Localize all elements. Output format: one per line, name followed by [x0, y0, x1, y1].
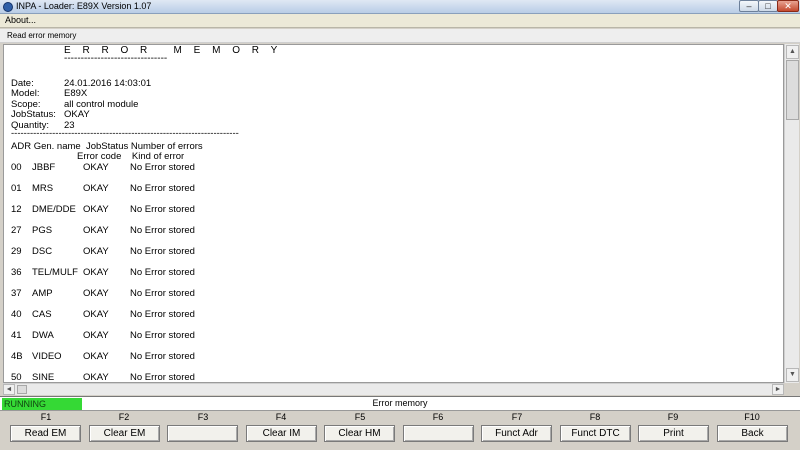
- row-name: CAS: [32, 309, 52, 320]
- row-errors: No Error stored: [130, 330, 195, 341]
- row-status: OKAY: [83, 183, 109, 194]
- fkey-label-f5: F5: [354, 412, 366, 422]
- fkey-label-f2: F2: [118, 412, 130, 422]
- row-status: OKAY: [83, 204, 109, 215]
- vertical-scrollbar[interactable]: ▲ ▼: [784, 44, 799, 383]
- vertical-scroll-thumb[interactable]: [786, 60, 799, 120]
- row-status: OKAY: [83, 288, 109, 299]
- row-name: AMP: [32, 288, 53, 299]
- minimize-button[interactable]: –: [739, 0, 759, 12]
- panel-title: Read error memory: [0, 29, 800, 43]
- row-errors: No Error stored: [130, 351, 195, 362]
- status-bar: RUNNING Error memory: [0, 396, 800, 411]
- row-errors: No Error stored: [130, 183, 195, 194]
- row-name: JBBF: [32, 162, 56, 173]
- row-errors: No Error stored: [130, 372, 195, 383]
- row-errors: No Error stored: [130, 246, 195, 257]
- row-adr: 01: [11, 183, 22, 194]
- horizontal-scrollbar[interactable]: ◄ ►: [3, 383, 784, 395]
- row-name: MRS: [32, 183, 54, 194]
- f2-clear-em-button[interactable]: Clear EM: [89, 425, 160, 442]
- row-status: OKAY: [83, 162, 109, 173]
- row-adr: 40: [11, 309, 22, 320]
- report-heading-underline: -------------------------------: [64, 53, 168, 64]
- report-separator: ----------------------------------------…: [11, 128, 239, 139]
- row-adr: 12: [11, 204, 22, 215]
- row-status: OKAY: [83, 330, 109, 341]
- f7-funct-adr-button[interactable]: Funct Adr: [481, 425, 552, 442]
- horizontal-scroll-thumb[interactable]: [17, 385, 27, 394]
- row-errors: No Error stored: [130, 162, 195, 173]
- row-status: OKAY: [83, 309, 109, 320]
- maximize-button[interactable]: □: [758, 0, 778, 12]
- row-adr: 36: [11, 267, 22, 278]
- row-status: OKAY: [83, 372, 109, 383]
- info-label-model: Model:: [11, 88, 40, 99]
- row-adr: 4B: [11, 351, 23, 362]
- row-status: OKAY: [83, 225, 109, 236]
- scroll-left-arrow-icon[interactable]: ◄: [3, 384, 15, 395]
- row-errors: No Error stored: [130, 225, 195, 236]
- report-text-area[interactable]: E R R O R M E M O R Y ------------------…: [3, 44, 784, 383]
- row-name: SINE: [32, 372, 55, 383]
- fkey-label-f8: F8: [589, 412, 601, 422]
- f4-clear-im-button[interactable]: Clear IM: [246, 425, 317, 442]
- f5-clear-hm-button[interactable]: Clear HM: [324, 425, 395, 442]
- row-adr: 29: [11, 246, 22, 257]
- row-errors: No Error stored: [130, 204, 195, 215]
- fkey-label-f6: F6: [432, 412, 444, 422]
- info-value-model: E89X: [64, 88, 88, 99]
- menu-item-about[interactable]: About...: [5, 15, 36, 25]
- row-errors: No Error stored: [130, 288, 195, 299]
- f10-back-button[interactable]: Back: [717, 425, 788, 442]
- row-name: TEL/MULF: [32, 267, 78, 278]
- column-header-row2: Error code Kind of error: [77, 151, 185, 162]
- fkey-label-f7: F7: [511, 412, 523, 422]
- scroll-down-arrow-icon[interactable]: ▼: [786, 368, 799, 382]
- fkey-label-f3: F3: [197, 412, 209, 422]
- row-errors: No Error stored: [130, 309, 195, 320]
- fkey-label-f10: F10: [744, 412, 760, 422]
- f3-empty-button[interactable]: [167, 425, 238, 442]
- f1-read-em-button[interactable]: Read EM: [10, 425, 81, 442]
- row-name: DSC: [32, 246, 53, 257]
- row-status: OKAY: [83, 246, 109, 257]
- row-adr: 37: [11, 288, 22, 299]
- f6-empty-button[interactable]: [403, 425, 474, 442]
- row-name: PGS: [32, 225, 53, 236]
- row-name: DWA: [32, 330, 54, 341]
- row-adr: 50: [11, 372, 22, 383]
- info-label-jobstatus: JobStatus:: [11, 109, 56, 120]
- menu-bar: About...: [0, 14, 800, 28]
- row-name: DME/DDE: [32, 204, 76, 215]
- fkey-label-f4: F4: [275, 412, 287, 422]
- app-icon: [3, 2, 13, 12]
- panel-title-label: Read error memory: [7, 31, 77, 40]
- info-value-jobstatus: OKAY: [64, 109, 90, 120]
- row-adr: 41: [11, 330, 22, 341]
- row-status: OKAY: [83, 351, 109, 362]
- fkey-label-f9: F9: [667, 412, 679, 422]
- f8-funct-dtc-button[interactable]: Funct DTC: [560, 425, 631, 442]
- close-button[interactable]: ✕: [777, 0, 799, 12]
- window-title: INPA - Loader: E89X Version 1.07: [16, 1, 152, 11]
- status-title: Error memory: [372, 398, 428, 408]
- title-bar: INPA - Loader: E89X Version 1.07 – □ ✕: [0, 0, 800, 14]
- row-adr: 27: [11, 225, 22, 236]
- row-errors: No Error stored: [130, 267, 195, 278]
- scroll-up-arrow-icon[interactable]: ▲: [786, 45, 799, 59]
- row-adr: 00: [11, 162, 22, 173]
- row-status: OKAY: [83, 267, 109, 278]
- fkey-label-f1: F1: [40, 412, 52, 422]
- f9-print-button[interactable]: Print: [638, 425, 709, 442]
- row-name: VIDEO: [32, 351, 62, 362]
- scroll-right-arrow-icon[interactable]: ►: [772, 384, 784, 395]
